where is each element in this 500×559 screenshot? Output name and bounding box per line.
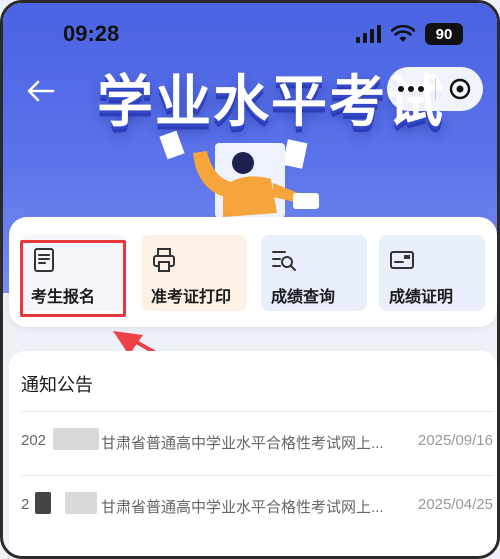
function-label: 成绩查询: [271, 289, 336, 306]
notice-section-title: 通知公告: [21, 375, 93, 395]
admission-ticket-print-button[interactable]: 准考证打印: [141, 235, 247, 311]
close-target-icon[interactable]: [436, 67, 483, 111]
notice-title: 甘肃省普通高中学业水平合格性考试网上...: [101, 499, 384, 516]
notice-item[interactable]: 2 甘肃省普通高中学业水平合格性考试网上... 2025/04/25: [21, 475, 493, 535]
redaction-mask: [35, 492, 51, 514]
redaction-mask: [53, 428, 99, 450]
more-icon[interactable]: [387, 67, 435, 111]
printer-icon: [153, 248, 175, 272]
phone-screen: 09:28 90 学业水平考试 考生报名 准考证打印 成绩查询 成绩证明 通知公…: [0, 0, 500, 559]
battery-icon: 90: [425, 23, 463, 45]
notice-section: 通知公告 202 甘肃省普通高中学业水平合格性考试网上... 2025/09/1…: [9, 351, 497, 556]
status-time: 09:28: [63, 21, 120, 46]
notice-year: 2: [21, 496, 30, 513]
function-label: 考生报名: [31, 289, 96, 306]
notice-date: 2025/04/25: [417, 496, 493, 513]
student-illustration: [159, 130, 319, 218]
certificate-icon: [390, 251, 414, 269]
function-label: 准考证打印: [151, 289, 232, 306]
notice-date: 2025/09/16: [417, 432, 493, 449]
notice-item[interactable]: 202 甘肃省普通高中学业水平合格性考试网上... 2025/09/16: [21, 411, 493, 471]
signal-icon: [356, 25, 381, 43]
status-icons: 90: [356, 23, 463, 45]
score-query-button[interactable]: 成绩查询: [261, 235, 367, 311]
mini-program-capsule: [387, 67, 483, 111]
function-label: 成绩证明: [389, 289, 454, 306]
function-grid: 考生报名 准考证打印 成绩查询 成绩证明: [9, 217, 497, 327]
wifi-icon: [391, 25, 415, 42]
notice-title: 甘肃省普通高中学业水平合格性考试网上...: [101, 435, 384, 452]
notice-year: 202: [21, 432, 47, 449]
status-bar: 09:28 90: [3, 17, 497, 53]
student-registration-button[interactable]: 考生报名: [21, 235, 127, 311]
back-arrow-icon[interactable]: [23, 73, 59, 109]
search-list-icon: [272, 251, 296, 271]
score-certificate-button[interactable]: 成绩证明: [379, 235, 485, 311]
document-icon: [34, 248, 54, 272]
redaction-mask: [65, 492, 97, 514]
